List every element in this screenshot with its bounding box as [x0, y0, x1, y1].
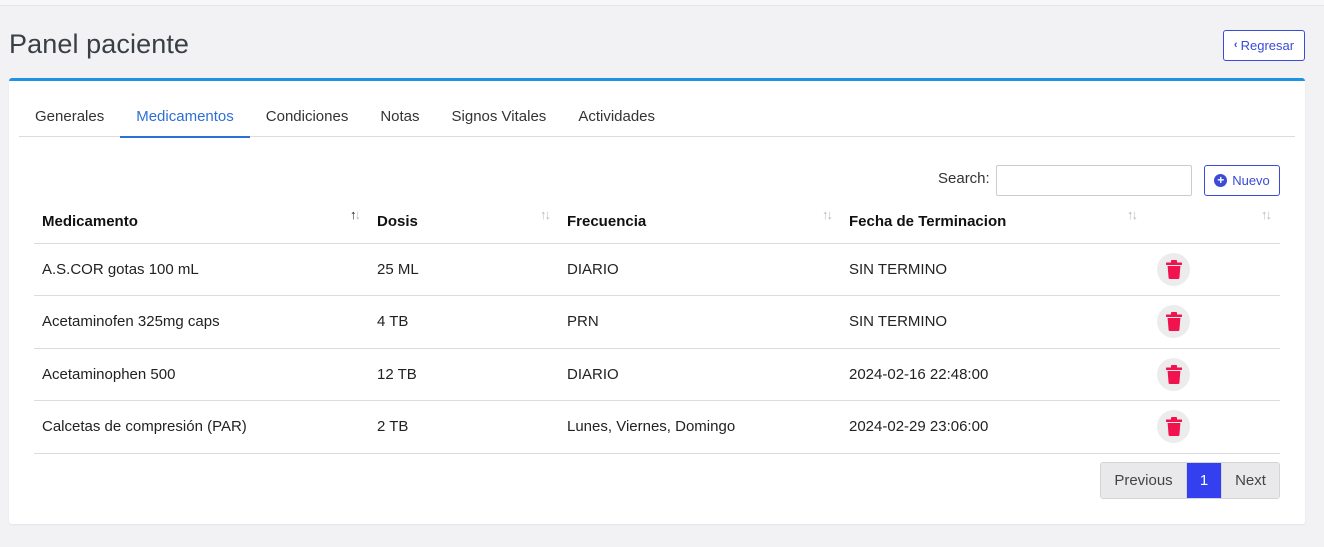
new-button-label: Nuevo [1232, 173, 1270, 188]
cell-dosis: 25 ML [369, 243, 559, 296]
cell-medicamento: A.S.COR gotas 100 mL [34, 243, 369, 296]
trash-icon [1165, 364, 1182, 384]
new-medication-button[interactable]: + Nuevo [1204, 165, 1280, 196]
column-header-fecha[interactable]: Fecha de Terminacion ↑↓ [841, 201, 1146, 244]
trash-icon [1165, 417, 1182, 437]
cell-medicamento: Acetaminofen 325mg caps [34, 295, 369, 349]
sort-arrows-icon: ↑↓ [822, 207, 833, 222]
chevron-left-icon: ‹ [1233, 39, 1238, 51]
cell-medicamento: Calcetas de compresión (PAR) [34, 400, 369, 454]
cell-dosis: 2 TB [369, 400, 559, 454]
tab-medicamentos[interactable]: Medicamentos [120, 95, 250, 138]
cell-fecha: 2024-02-16 22:48:00 [841, 348, 1146, 401]
page-title: Panel paciente [9, 29, 190, 59]
column-header-frecuencia[interactable]: Frecuencia ↑↓ [559, 201, 841, 244]
column-header-dosis[interactable]: Dosis ↑↓ [369, 201, 559, 244]
previous-page-button[interactable]: Previous [1101, 463, 1187, 498]
cell-frecuencia: Lunes, Viernes, Domingo [559, 400, 841, 454]
delete-wrap [1154, 252, 1272, 286]
search-label: Search: [938, 170, 990, 187]
back-button-label: Regresar [1240, 38, 1295, 53]
sort-arrows-icon: ↑↓ [540, 207, 551, 222]
medications-table: Medicamento ↑↓ Dosis ↑↓ Frecuencia ↑↓ Fe… [34, 201, 1280, 454]
cell-fecha: SIN TERMINO [841, 295, 1146, 349]
cell-actions [1146, 348, 1280, 401]
cell-dosis: 4 TB [369, 295, 559, 349]
delete-wrap [1154, 357, 1272, 391]
cell-actions [1146, 400, 1280, 454]
tab-bar: Generales Medicamentos Condiciones Notas… [19, 95, 1295, 138]
delete-wrap [1154, 305, 1272, 339]
sort-arrows-icon: ↑↓ [1261, 207, 1272, 222]
table-row: Acetaminophen 500 12 TB DIARIO 2024-02-1… [34, 348, 1280, 401]
cell-fecha: 2024-02-29 23:06:00 [841, 400, 1146, 454]
table-row: Acetaminofen 325mg caps 4 TB PRN SIN TER… [34, 295, 1280, 349]
trash-icon [1165, 312, 1182, 332]
cell-dosis: 12 TB [369, 348, 559, 401]
table-row: A.S.COR gotas 100 mL 25 ML DIARIO SIN TE… [34, 243, 1280, 296]
cell-frecuencia: PRN [559, 295, 841, 349]
cell-actions [1146, 243, 1280, 296]
back-button[interactable]: ‹ Regresar [1223, 30, 1305, 61]
pagination: Previous 1 Next [1100, 462, 1280, 499]
delete-button[interactable] [1157, 305, 1190, 339]
page-number-button[interactable]: 1 [1187, 463, 1221, 498]
column-header-medicamento[interactable]: Medicamento ↑↓ [34, 201, 369, 244]
delete-button[interactable] [1157, 357, 1190, 391]
plus-circle-icon: + [1214, 174, 1228, 187]
table-header-row: Medicamento ↑↓ Dosis ↑↓ Frecuencia ↑↓ Fe… [34, 201, 1280, 244]
trash-icon [1165, 259, 1182, 279]
delete-button[interactable] [1157, 410, 1190, 444]
tab-generales[interactable]: Generales [19, 95, 120, 137]
delete-wrap [1154, 410, 1272, 444]
cell-frecuencia: DIARIO [559, 348, 841, 401]
delete-button[interactable] [1157, 252, 1190, 286]
patient-card: Generales Medicamentos Condiciones Notas… [9, 78, 1305, 524]
sort-arrows-icon: ↑↓ [1127, 207, 1138, 222]
cell-medicamento: Acetaminophen 500 [34, 348, 369, 401]
cell-fecha: SIN TERMINO [841, 243, 1146, 296]
tab-notas[interactable]: Notas [364, 95, 435, 137]
tab-condiciones[interactable]: Condiciones [250, 95, 365, 137]
tab-actividades[interactable]: Actividades [562, 95, 671, 137]
top-strip [0, 0, 1324, 6]
tab-signos-vitales[interactable]: Signos Vitales [436, 95, 563, 137]
cell-actions [1146, 295, 1280, 349]
column-header-actions[interactable]: ↑↓ [1146, 201, 1280, 244]
sort-arrows-icon: ↑↓ [350, 207, 361, 222]
table-row: Calcetas de compresión (PAR) 2 TB Lunes,… [34, 400, 1280, 454]
cell-frecuencia: DIARIO [559, 243, 841, 296]
next-page-button[interactable]: Next [1221, 463, 1279, 498]
search-input[interactable] [996, 165, 1192, 196]
